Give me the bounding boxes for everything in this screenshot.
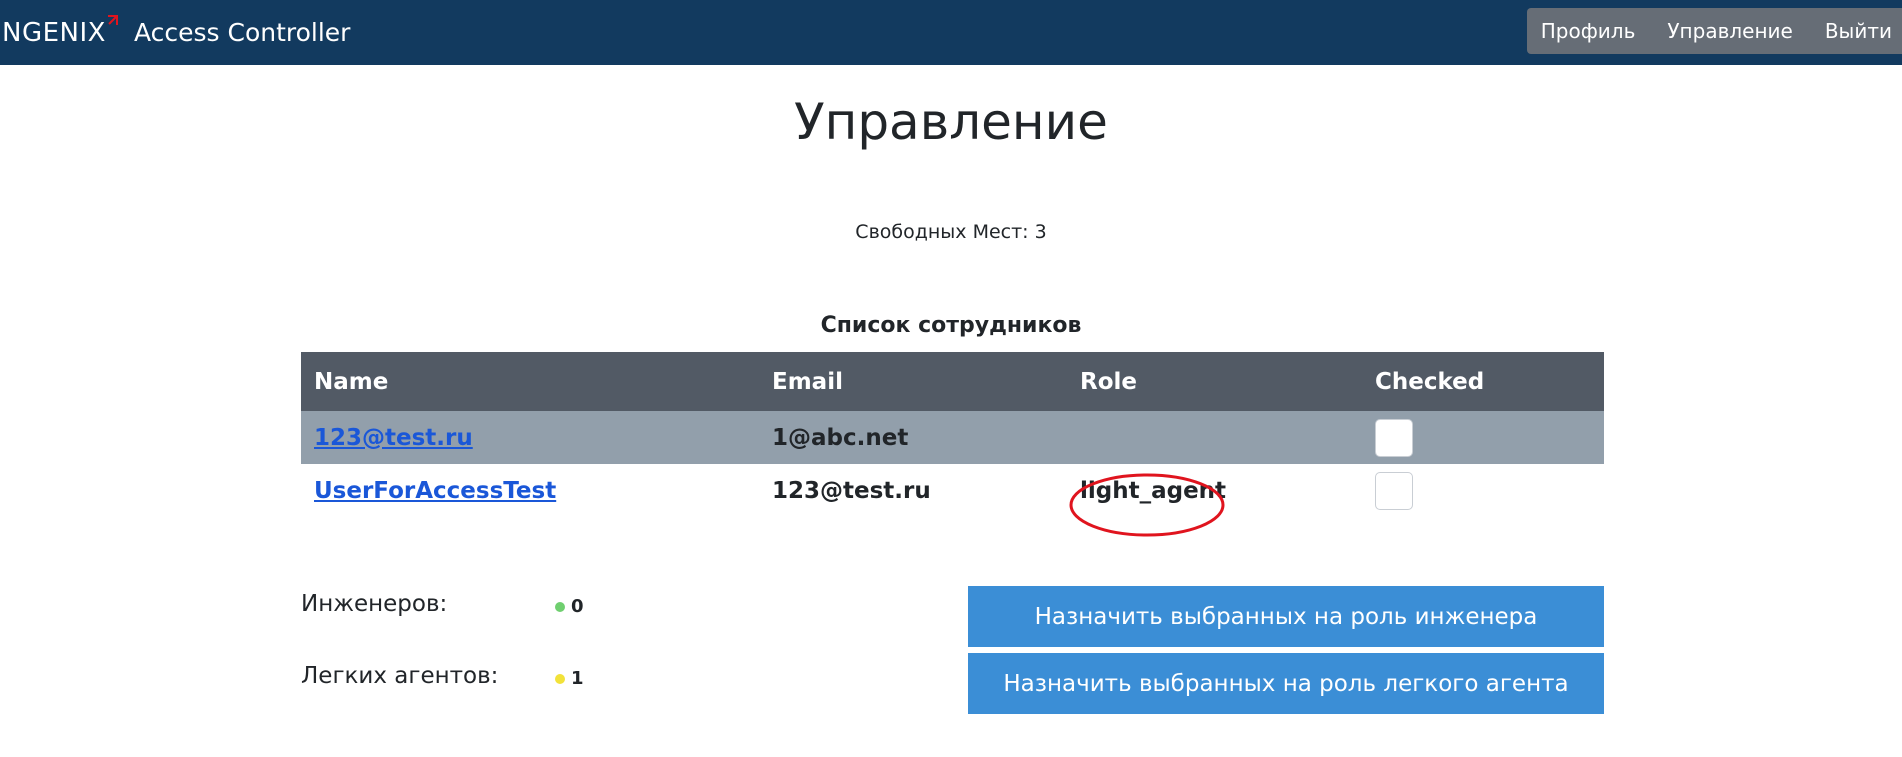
employee-table: Name Email Role Checked 123@test.ru 1@ab… — [301, 352, 1604, 536]
nav-logout-link[interactable]: Выйти — [1809, 19, 1892, 43]
user-link[interactable]: 123@test.ru — [314, 425, 473, 451]
light-agents-count: 1 — [555, 668, 584, 689]
engineers-label: Инженеров: — [301, 591, 448, 617]
table-row[interactable]: 123@test.ru 1@abc.net — [301, 411, 1604, 464]
column-header-name: Name — [301, 352, 759, 411]
role-cell — [1067, 411, 1362, 464]
brand[interactable]: NGENIX Access Controller — [0, 0, 350, 65]
nav-menu: Профиль Управление Выйти — [1526, 8, 1902, 54]
user-link[interactable]: UserForAccessTest — [314, 478, 556, 504]
table-row[interactable]: UserForAccessTest 123@test.ru light_agen… — [301, 464, 1604, 536]
email-cell: 123@test.ru — [759, 464, 1067, 517]
nav-profile-link[interactable]: Профиль — [1541, 19, 1652, 43]
role-value: light_agent — [1080, 477, 1227, 504]
green-dot-icon — [555, 601, 565, 612]
assign-light-agent-button[interactable]: Назначить выбранных на роль легкого аген… — [968, 653, 1604, 714]
app-title[interactable]: Access Controller — [134, 20, 351, 45]
nav-management-link[interactable]: Управление — [1651, 19, 1808, 43]
yellow-dot-icon — [555, 673, 565, 684]
free-seats-counter: Свободных Мест: 3 — [855, 221, 1047, 243]
light-agents-label: Легких агентов: — [301, 663, 499, 689]
table-header-row: Name Email Role Checked — [301, 352, 1604, 411]
name-cell: UserForAccessTest — [301, 464, 759, 517]
row-checkbox[interactable] — [1375, 418, 1413, 457]
role-cell-wrapper: light_agent — [1069, 473, 1362, 536]
assign-engineer-button[interactable]: Назначить выбранных на роль инженера — [968, 586, 1604, 647]
light-agents-count-value: 1 — [571, 668, 584, 689]
checked-cell — [1362, 411, 1604, 464]
engineers-count: 0 — [555, 596, 584, 617]
engineers-count-value: 0 — [571, 596, 584, 617]
row-checkbox[interactable] — [1375, 471, 1413, 510]
checked-cell — [1362, 464, 1604, 517]
column-header-role: Role — [1067, 352, 1362, 411]
role-cell: light_agent — [1067, 464, 1362, 536]
name-cell: 123@test.ru — [301, 411, 759, 464]
column-header-email: Email — [759, 352, 1067, 411]
email-cell: 1@abc.net — [759, 411, 1067, 464]
top-navbar: NGENIX Access Controller Профиль Управле… — [0, 0, 1902, 65]
page-title: Управление — [794, 93, 1108, 151]
ngenix-logo[interactable]: NGENIX — [2, 14, 118, 46]
logo-arrow-icon — [107, 14, 118, 25]
employee-list-title: Список сотрудников — [820, 313, 1082, 338]
column-header-checked: Checked — [1362, 352, 1604, 411]
